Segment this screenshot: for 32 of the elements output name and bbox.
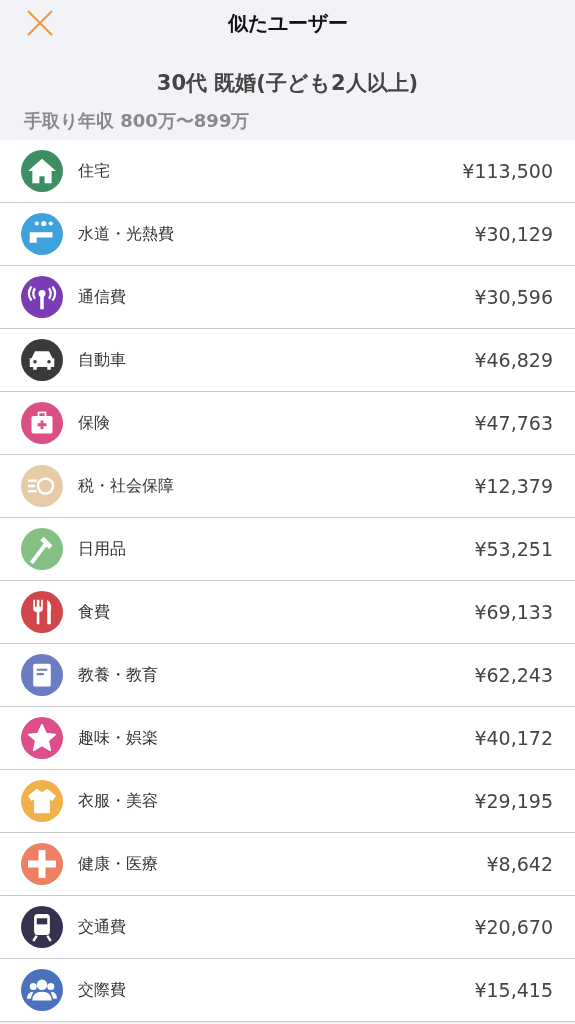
amount-value: ¥40,172 bbox=[474, 727, 553, 749]
category-name: 日用品 bbox=[78, 538, 126, 560]
category-name: 自動車 bbox=[78, 349, 126, 371]
amount-value: ¥20,670 bbox=[474, 916, 553, 938]
category-name: 教養・教育 bbox=[78, 664, 158, 686]
category-name: 食費 bbox=[78, 601, 110, 623]
amount-value: ¥113,500 bbox=[462, 160, 553, 182]
amount-value: ¥15,415 bbox=[474, 979, 553, 1001]
category-name: 住宅 bbox=[78, 160, 110, 182]
amount-value: ¥47,763 bbox=[474, 412, 553, 434]
amount-value: ¥46,829 bbox=[474, 349, 553, 371]
amount-value: ¥53,251 bbox=[474, 538, 553, 560]
screen-title: 似たユーザー bbox=[227, 10, 348, 37]
user-group-label: 30代 既婚(子ども2人以上) bbox=[155, 70, 420, 97]
amount-value: ¥62,243 bbox=[474, 664, 553, 686]
amount-value: ¥29,195 bbox=[474, 790, 553, 812]
amount-value: ¥12,379 bbox=[474, 475, 553, 497]
amount-value: ¥69,133 bbox=[474, 601, 553, 623]
amount-value: ¥8,642 bbox=[486, 853, 553, 875]
category-name: 交際費 bbox=[78, 979, 126, 1001]
category-name: 保険 bbox=[78, 412, 110, 434]
category-name: 趣味・娯楽 bbox=[78, 727, 158, 749]
category-name: 水道・光熱費 bbox=[78, 223, 174, 245]
category-name: 通信費 bbox=[78, 286, 126, 308]
category-name: 健康・医療 bbox=[78, 853, 158, 875]
income-label: 手取り年収 800万〜899万 bbox=[24, 109, 251, 133]
close-button[interactable] bbox=[26, 9, 54, 37]
amount-value: ¥30,129 bbox=[474, 223, 553, 245]
category-name: 税・社会保障 bbox=[78, 475, 174, 497]
amount-value: ¥30,596 bbox=[474, 286, 553, 308]
category-name: 衣服・美容 bbox=[78, 790, 158, 812]
category-name: 交通費 bbox=[78, 916, 126, 938]
